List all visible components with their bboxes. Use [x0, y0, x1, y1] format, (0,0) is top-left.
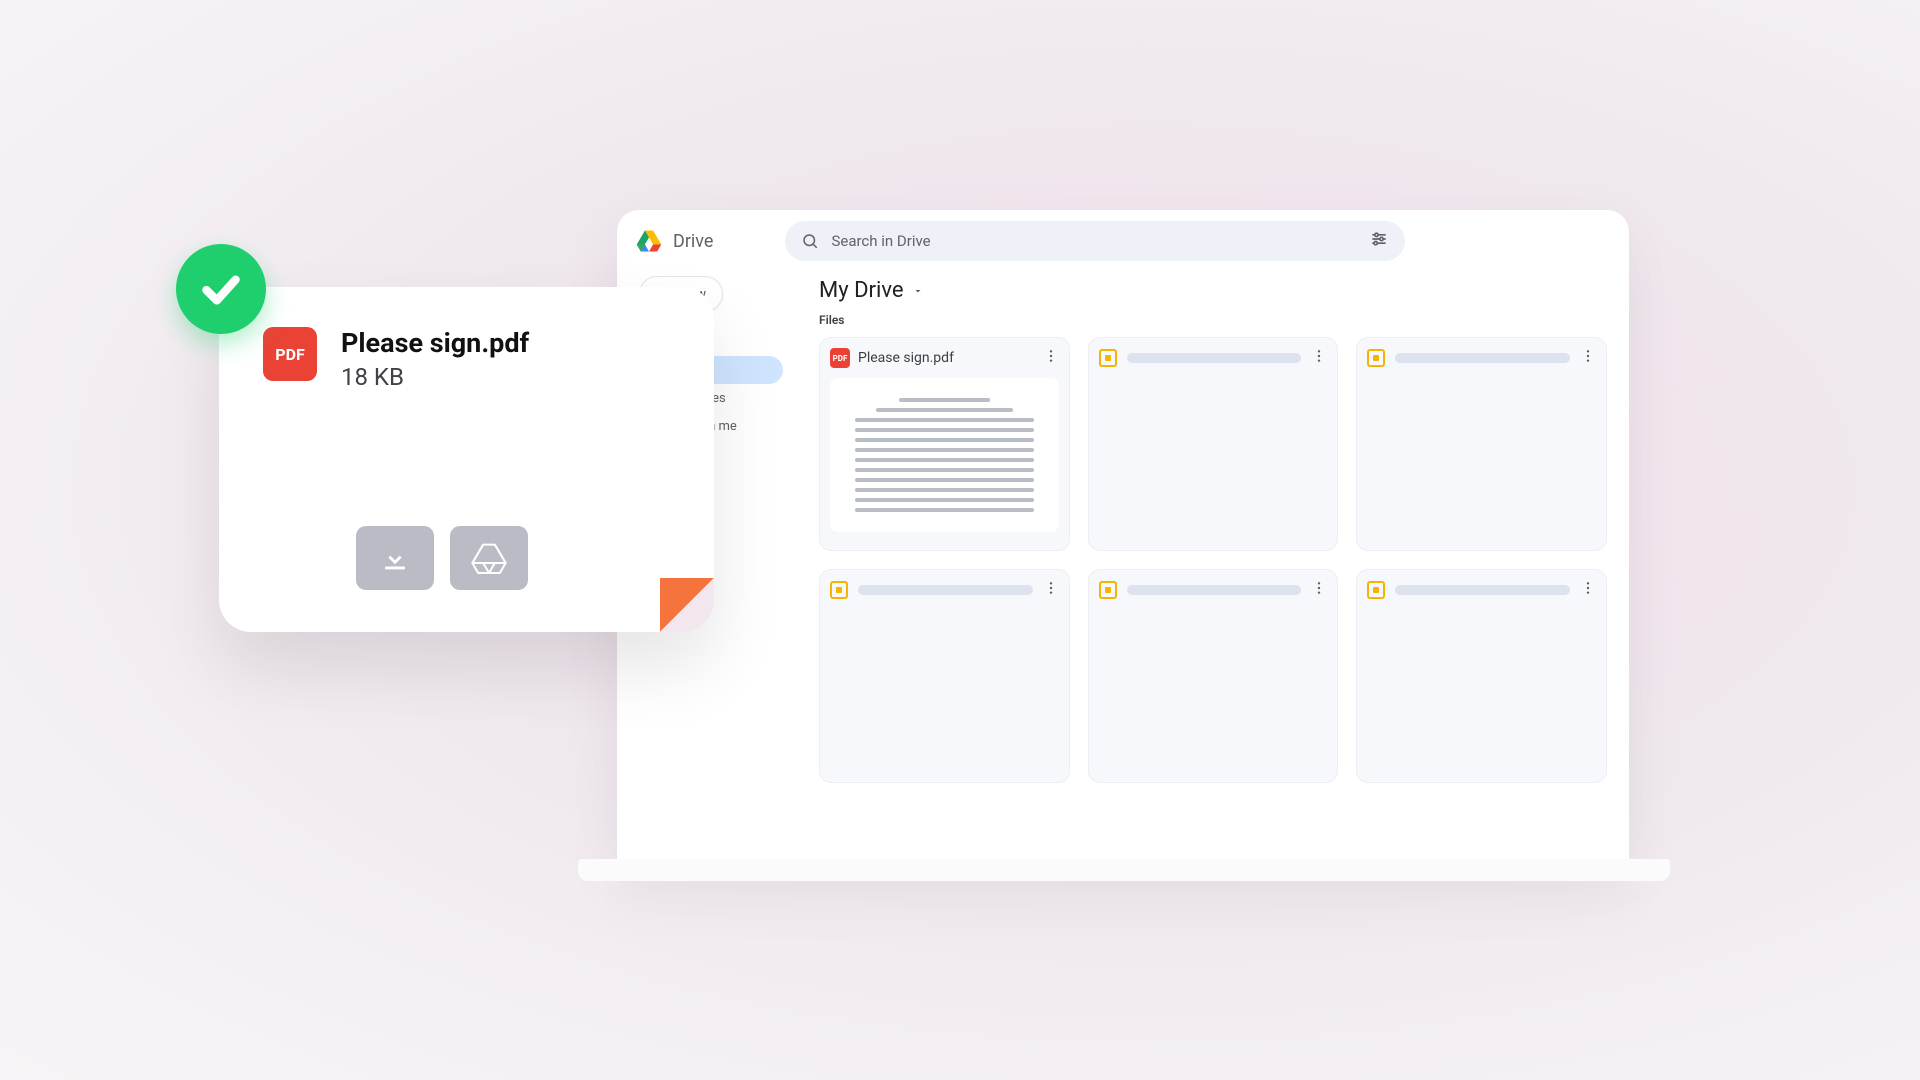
file-more-button[interactable]	[1311, 348, 1327, 368]
download-card-filename: Please sign.pdf	[341, 327, 529, 359]
caret-down-icon	[912, 285, 924, 297]
file-grid: PDF Please sign.pdf	[819, 337, 1607, 783]
check-icon	[196, 264, 246, 314]
download-icon	[378, 541, 412, 575]
drive-app-name: Drive	[673, 231, 713, 252]
tune-icon	[1369, 229, 1389, 249]
download-card: PDF Please sign.pdf 18 KB	[219, 287, 714, 632]
more-vert-icon	[1311, 348, 1327, 364]
pdf-icon: PDF	[830, 348, 850, 368]
file-card-5[interactable]	[1356, 569, 1607, 783]
drive-main: My Drive Files PDF Please sign.pdf	[797, 272, 1629, 860]
slides-icon	[1367, 349, 1385, 367]
file-title-placeholder	[858, 585, 1033, 595]
file-card-0[interactable]: PDF Please sign.pdf	[819, 337, 1070, 551]
drive-body: ew riorityy Drivehared driveshared with …	[617, 272, 1629, 860]
search-icon	[801, 232, 819, 250]
file-more-button[interactable]	[1311, 580, 1327, 600]
more-vert-icon	[1580, 348, 1596, 364]
download-button[interactable]	[356, 526, 434, 590]
search-placeholder: Search in Drive	[831, 232, 1369, 250]
laptop-base	[578, 859, 1670, 881]
file-more-button[interactable]	[1043, 348, 1059, 368]
file-more-button[interactable]	[1043, 580, 1059, 600]
file-title: Please sign.pdf	[858, 350, 1043, 366]
drive-logo[interactable]: Drive	[635, 227, 713, 255]
more-vert-icon	[1311, 580, 1327, 596]
more-vert-icon	[1043, 580, 1059, 596]
file-title-placeholder	[1395, 353, 1570, 363]
more-vert-icon	[1580, 580, 1596, 596]
pdf-icon: PDF	[263, 327, 317, 381]
slides-icon	[1099, 349, 1117, 367]
file-more-button[interactable]	[1580, 348, 1596, 368]
file-title-placeholder	[1127, 585, 1302, 595]
file-title-placeholder	[1395, 585, 1570, 595]
location-title[interactable]: My Drive	[819, 278, 904, 303]
slides-icon	[830, 581, 848, 599]
file-card-2[interactable]	[1356, 337, 1607, 551]
download-card-filesize: 18 KB	[341, 363, 529, 391]
file-card-1[interactable]	[1088, 337, 1339, 551]
success-badge	[176, 244, 266, 334]
save-to-drive-button[interactable]	[450, 526, 528, 590]
search-options-button[interactable]	[1369, 229, 1389, 253]
file-preview	[830, 378, 1059, 532]
search-input[interactable]: Search in Drive	[785, 221, 1405, 261]
slides-icon	[1099, 581, 1117, 599]
drive-icon	[635, 227, 663, 255]
more-vert-icon	[1043, 348, 1059, 364]
drive-topbar: Drive Search in Drive	[617, 210, 1629, 272]
drive-window: Drive Search in Drive ew riorityy Driveh…	[617, 210, 1629, 860]
slides-icon	[1367, 581, 1385, 599]
file-more-button[interactable]	[1580, 580, 1596, 600]
file-card-3[interactable]	[819, 569, 1070, 783]
drive-icon	[469, 538, 509, 578]
file-title-placeholder	[1127, 353, 1302, 363]
file-card-4[interactable]	[1088, 569, 1339, 783]
files-section-label: Files	[819, 313, 1607, 327]
